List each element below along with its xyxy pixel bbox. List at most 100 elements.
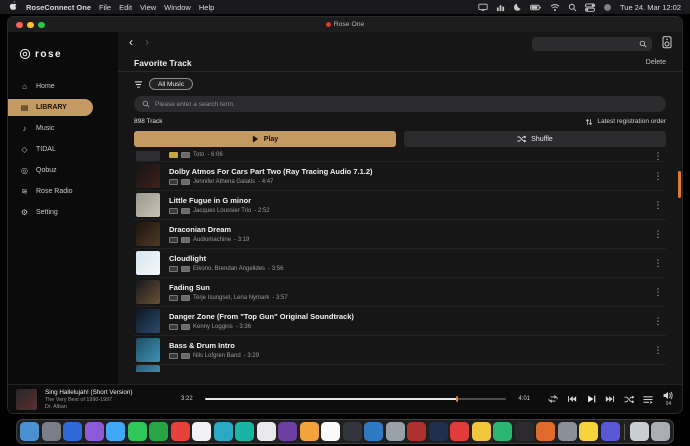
dock-app-icon[interactable] bbox=[321, 422, 340, 441]
track-row[interactable]: Fading Sun Terje Isungset, Lena Nymark 3… bbox=[134, 278, 666, 307]
dock-app-icon[interactable] bbox=[651, 422, 670, 441]
sidebar-item-qobuz[interactable]: ◎ Qobuz bbox=[8, 160, 118, 181]
now-playing-artist: Dr. Alban bbox=[45, 404, 173, 410]
repeat-icon[interactable] bbox=[548, 394, 558, 404]
sidebar-item-music[interactable]: ♪ Music bbox=[8, 118, 118, 139]
previous-track-icon[interactable] bbox=[567, 394, 577, 404]
menubar-clock[interactable]: Tue 24. Mar 12:02 bbox=[620, 3, 681, 12]
menu-file[interactable]: File bbox=[99, 3, 111, 12]
play-pause-icon[interactable] bbox=[586, 394, 596, 404]
dock-app-icon[interactable] bbox=[235, 422, 254, 441]
sort-order-control[interactable]: Latest registration order bbox=[585, 118, 666, 126]
sidebar-item-tidal[interactable]: ◇ TIDAL bbox=[8, 139, 118, 160]
queue-icon[interactable] bbox=[643, 395, 653, 404]
focus-moon-icon[interactable] bbox=[513, 3, 522, 12]
close-window-button[interactable] bbox=[16, 22, 23, 29]
track-menu-button[interactable]: ⋮ bbox=[652, 345, 664, 356]
track-row-partial[interactable] bbox=[134, 365, 666, 372]
library-search-box[interactable] bbox=[134, 96, 666, 112]
back-button[interactable]: ‹ bbox=[126, 35, 136, 49]
wifi-icon[interactable] bbox=[550, 3, 560, 12]
track-menu-button[interactable]: ⋮ bbox=[652, 171, 664, 182]
shuffle-icon[interactable] bbox=[624, 395, 634, 404]
dock-app-icon[interactable] bbox=[386, 422, 405, 441]
output-device-icon[interactable] bbox=[661, 36, 673, 54]
forward-button[interactable]: › bbox=[142, 35, 152, 49]
track-menu-button[interactable]: ⋮ bbox=[652, 200, 664, 211]
dock-app-icon[interactable] bbox=[106, 422, 125, 441]
dock-app-icon[interactable] bbox=[149, 422, 168, 441]
filter-chip-all-music[interactable]: All Music bbox=[149, 78, 193, 90]
playhead[interactable] bbox=[456, 396, 458, 402]
dock-app-icon[interactable] bbox=[536, 422, 555, 441]
dock-app-icon[interactable] bbox=[85, 422, 104, 441]
dock-app-icon[interactable] bbox=[128, 422, 147, 441]
zoom-window-button[interactable] bbox=[38, 22, 45, 29]
menu-window[interactable]: Window bbox=[164, 3, 191, 12]
dock-app-icon[interactable] bbox=[257, 422, 276, 441]
track-row[interactable]: Danger Zone (From "Top Gun" Original Sou… bbox=[134, 307, 666, 336]
dock-app-icon[interactable] bbox=[364, 422, 383, 441]
progress-bar[interactable] bbox=[205, 398, 507, 400]
dock-app-icon[interactable] bbox=[601, 422, 620, 441]
dock-app-icon[interactable] bbox=[493, 422, 512, 441]
dock-app-icon[interactable] bbox=[343, 422, 362, 441]
dock-app-icon[interactable] bbox=[472, 422, 491, 441]
track-row[interactable]: Bass & Drum Intro Nils Lofgren Band 3:29… bbox=[134, 336, 666, 365]
track-row[interactable]: Little Fugue in G minor Jacques Loussier… bbox=[134, 191, 666, 220]
dock-app-icon[interactable] bbox=[214, 422, 233, 441]
scrollbar-thumb[interactable] bbox=[678, 171, 681, 198]
volume-control[interactable]: 94 bbox=[663, 391, 674, 407]
dock-app-icon[interactable] bbox=[558, 422, 577, 441]
sidebar-item-library[interactable]: ▤ LIBRARY bbox=[8, 99, 93, 116]
display-status-icon[interactable] bbox=[478, 3, 488, 12]
sidebar-item-rose-radio[interactable]: ≋ Rose Radio bbox=[8, 181, 118, 202]
siri-icon[interactable] bbox=[603, 3, 612, 12]
shuffle-button[interactable]: Shuffle bbox=[404, 131, 666, 147]
album-art bbox=[136, 251, 160, 275]
track-row[interactable]: Dolby Atmos For Cars Part Two (Ray Traci… bbox=[134, 162, 666, 191]
menu-edit[interactable]: Edit bbox=[119, 3, 132, 12]
next-track-icon[interactable] bbox=[605, 394, 615, 404]
dock-app-icon[interactable] bbox=[429, 422, 448, 441]
radio-icon: ≋ bbox=[20, 187, 29, 196]
menubar-app-name[interactable]: RoseConnect One bbox=[26, 3, 91, 12]
menu-help[interactable]: Help bbox=[199, 3, 214, 12]
track-menu-button[interactable]: ⋮ bbox=[652, 316, 664, 327]
dock-app-icon[interactable] bbox=[300, 422, 319, 441]
library-search-input[interactable] bbox=[155, 101, 658, 108]
dock-app-icon[interactable] bbox=[630, 422, 649, 441]
window-search-box[interactable] bbox=[532, 37, 652, 51]
track-menu-button[interactable]: ⋮ bbox=[652, 229, 664, 240]
track-row[interactable]: Cloudlight Eikono, Brendan Angelides 3:5… bbox=[134, 249, 666, 278]
window-search-input[interactable] bbox=[537, 41, 639, 48]
dock-app-icon[interactable] bbox=[42, 422, 61, 441]
track-menu-button[interactable]: ⋮ bbox=[652, 151, 664, 162]
battery-icon[interactable] bbox=[530, 3, 542, 12]
track-menu-button[interactable]: ⋮ bbox=[652, 287, 664, 298]
dock-app-icon[interactable] bbox=[515, 422, 534, 441]
track-menu-button[interactable]: ⋮ bbox=[652, 258, 664, 269]
dock-app-icon[interactable] bbox=[63, 422, 82, 441]
spotlight-search-icon[interactable] bbox=[568, 3, 577, 12]
play-button[interactable]: Play bbox=[134, 131, 396, 147]
sidebar-item-home[interactable]: ⌂ Home bbox=[8, 76, 118, 97]
dock-app-icon[interactable] bbox=[579, 422, 598, 441]
dock-app-icon[interactable] bbox=[171, 422, 190, 441]
track-row-partial[interactable]: Toto 6:06 ⋮ bbox=[134, 151, 666, 162]
sidebar-item-setting[interactable]: ⚙ Setting bbox=[8, 202, 118, 223]
dock-app-icon[interactable] bbox=[20, 422, 39, 441]
delete-button[interactable]: Delete bbox=[646, 59, 666, 66]
track-row[interactable]: Draconian Dream Audiomachine 3:19 ⋮ bbox=[134, 220, 666, 249]
control-center-icon[interactable] bbox=[585, 3, 595, 12]
track-title: Dolby Atmos For Cars Part Two (Ray Traci… bbox=[169, 167, 643, 176]
apple-menu-icon[interactable] bbox=[9, 1, 18, 13]
dock-app-icon[interactable] bbox=[278, 422, 297, 441]
track-subline: Terje Isungset, Lena Nymark 3:57 bbox=[169, 295, 643, 301]
minimize-window-button[interactable] bbox=[27, 22, 34, 29]
dock-app-icon[interactable] bbox=[192, 422, 211, 441]
dock-app-icon[interactable] bbox=[407, 422, 426, 441]
stats-status-icon[interactable] bbox=[496, 3, 505, 12]
menu-view[interactable]: View bbox=[140, 3, 156, 12]
dock-app-icon[interactable] bbox=[450, 422, 469, 441]
